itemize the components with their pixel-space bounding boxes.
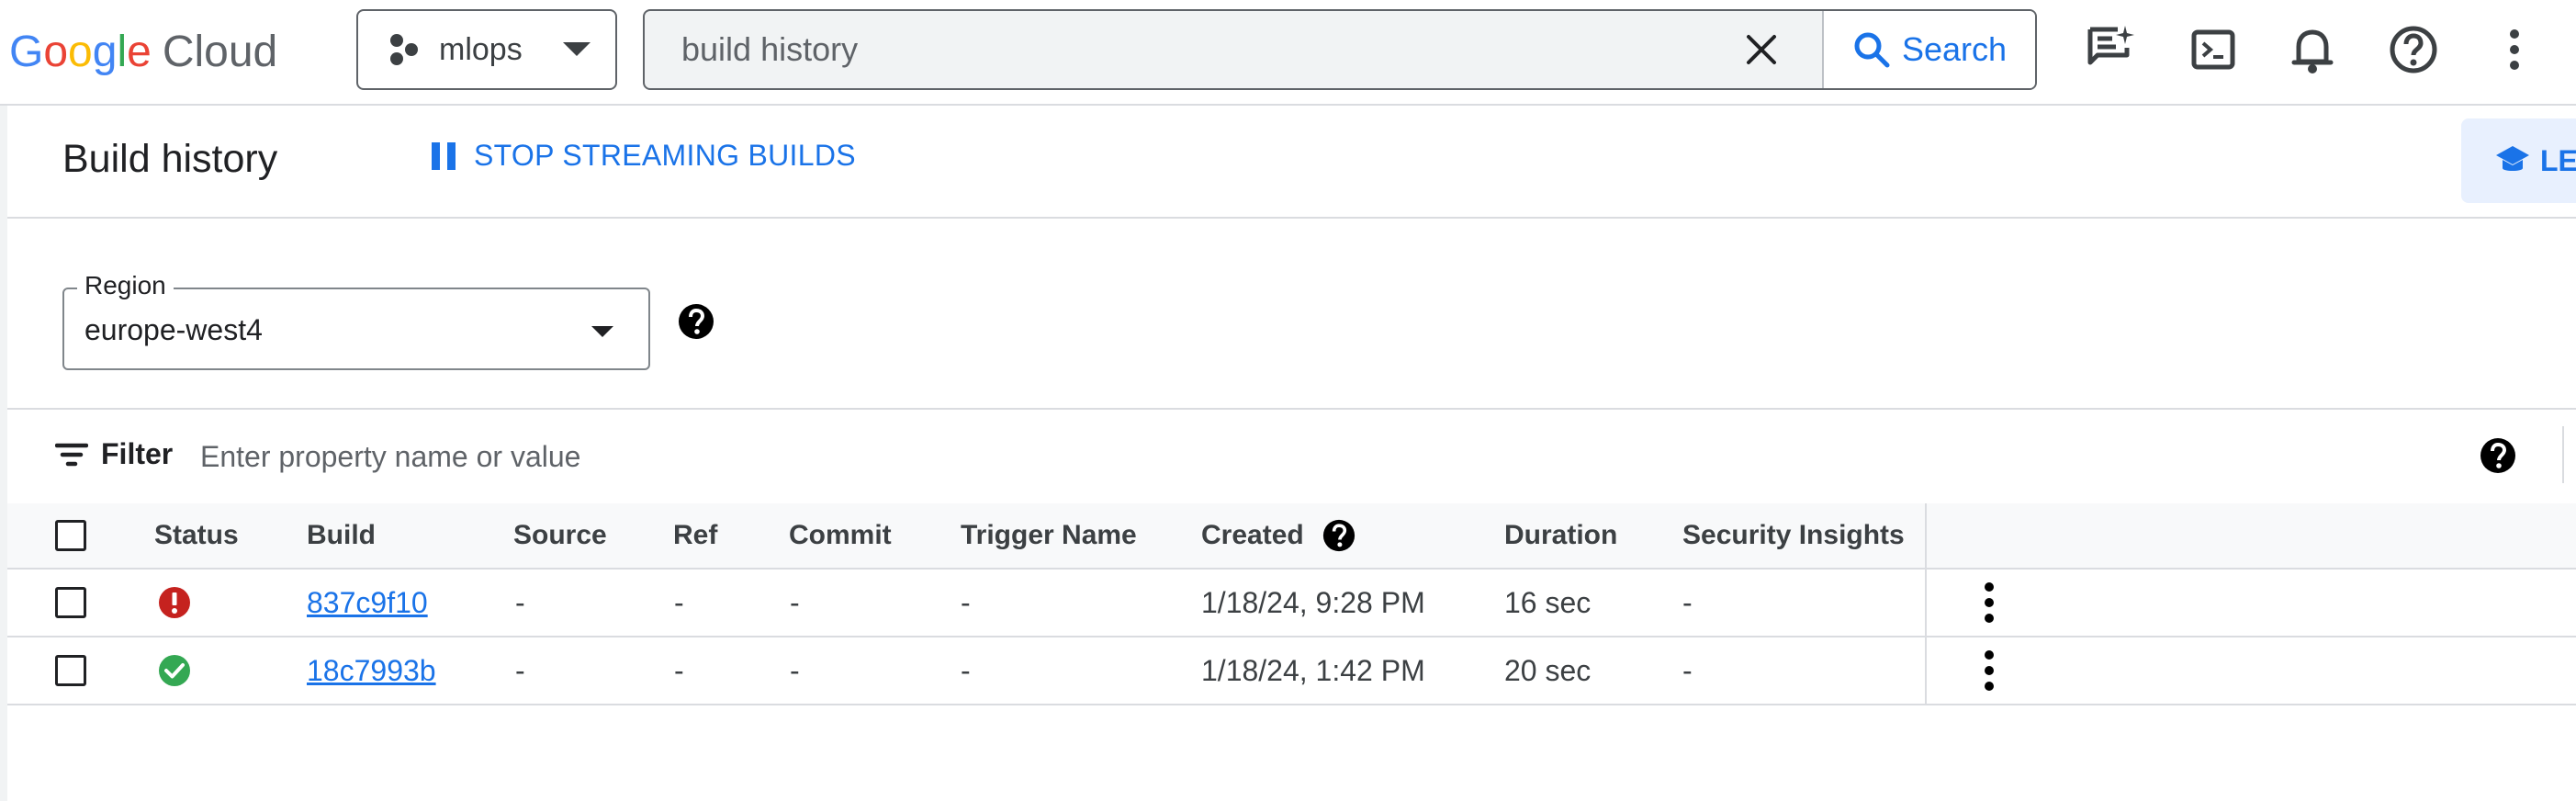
security-insights-cell: -	[1682, 585, 1693, 619]
ref-cell: -	[674, 653, 684, 687]
school-icon	[2496, 146, 2529, 171]
error-icon	[159, 587, 190, 618]
project-name: mlops	[439, 31, 523, 67]
row-checkbox[interactable]	[55, 587, 86, 618]
build-id-link[interactable]: 837c9f10	[307, 570, 428, 636]
column-header-source[interactable]: Source	[513, 503, 607, 568]
commit-cell: -	[790, 653, 800, 687]
trigger-name-cell: -	[961, 585, 971, 619]
left-nav-rail	[0, 106, 7, 801]
filter-input[interactable]	[198, 434, 1855, 479]
more-options-button[interactable]	[2485, 20, 2544, 79]
filter-label: Filter	[101, 437, 174, 470]
builds-table: Status Build Source Ref Commit Trigger N…	[7, 503, 2576, 705]
source-cell: -	[515, 585, 525, 619]
notifications-button[interactable]	[2283, 20, 2342, 79]
help-icon[interactable]	[2480, 437, 2516, 474]
column-header-status[interactable]: Status	[154, 503, 239, 568]
dropdown-arrow-icon	[562, 42, 591, 56]
more-vert-icon	[2510, 29, 2519, 70]
help-icon[interactable]	[1322, 519, 1355, 552]
table-row[interactable]: 837c9f10 - - - - 1/18/24, 9:28 PM 16 sec…	[7, 570, 2576, 637]
row-checkbox[interactable]	[55, 655, 86, 686]
search-button[interactable]: Search	[1824, 11, 2035, 88]
commit-cell: -	[790, 585, 800, 619]
status-cell	[158, 637, 191, 704]
ref-cell: -	[674, 585, 684, 619]
search-icon	[1854, 32, 1890, 68]
created-cell: 1/18/24, 1:42 PM	[1201, 653, 1425, 687]
duration-cell: 20 sec	[1504, 653, 1592, 687]
learn-button[interactable]: LEA	[2461, 118, 2576, 203]
stop-streaming-label: STOP STREAMING BUILDS	[474, 139, 856, 172]
chat-spark-icon	[2087, 26, 2134, 65]
build-id-link[interactable]: 18c7993b	[307, 637, 436, 704]
help-button[interactable]	[2384, 20, 2443, 79]
terminal-icon	[2191, 29, 2235, 70]
search-button-label: Search	[1901, 30, 2008, 68]
column-divider	[1925, 637, 1927, 704]
project-icon	[390, 34, 418, 65]
select-all-cell	[55, 503, 86, 568]
column-header-ref[interactable]: Ref	[673, 503, 717, 568]
clear-search-icon[interactable]	[1741, 29, 1782, 70]
source-cell: -	[515, 653, 525, 687]
more-vert-icon	[1985, 582, 1994, 623]
learn-label: LEA	[2540, 143, 2576, 177]
table-row[interactable]: 18c7993b - - - - 1/18/24, 1:42 PM 20 sec…	[7, 637, 2576, 705]
created-cell: 1/18/24, 9:28 PM	[1201, 585, 1425, 619]
column-header-commit[interactable]: Commit	[789, 503, 892, 568]
filter-list-icon	[55, 443, 88, 466]
google-cloud-logo[interactable]: Go o g l e Cloud	[9, 17, 277, 86]
success-icon	[159, 655, 190, 686]
filter-button[interactable]: Filter	[55, 437, 173, 471]
row-actions-cell	[1971, 637, 2008, 704]
dropdown-arrow-icon	[591, 326, 613, 337]
column-divider	[1925, 503, 1927, 568]
security-insights-cell: -	[1682, 653, 1693, 687]
column-header-created-cell: Created	[1201, 503, 1355, 568]
table-header-row: Status Build Source Ref Commit Trigger N…	[7, 503, 2576, 570]
pause-icon	[432, 141, 456, 170]
column-header-created[interactable]: Created	[1201, 520, 1304, 551]
column-header-security-insights[interactable]: Security Insights	[1682, 503, 1905, 568]
more-vert-icon	[1985, 650, 1994, 691]
column-header-duration[interactable]: Duration	[1504, 503, 1617, 568]
search-input[interactable]: build history	[681, 11, 858, 88]
row-actions-button[interactable]	[1971, 575, 2008, 630]
search-box[interactable]: build history Search	[643, 9, 2037, 90]
page-title: Build history	[62, 137, 278, 181]
help-icon	[2390, 26, 2437, 73]
top-bar: Go o g l e Cloud mlops build history Search	[0, 0, 2576, 106]
column-header-trigger-name[interactable]: Trigger Name	[961, 503, 1137, 568]
filter-bar: Filter	[7, 408, 2576, 505]
column-header-build[interactable]: Build	[307, 503, 376, 568]
project-picker[interactable]: mlops	[356, 9, 617, 90]
row-actions-button[interactable]	[1971, 643, 2008, 698]
status-cell	[158, 570, 191, 636]
stop-streaming-builds-button[interactable]: STOP STREAMING BUILDS	[430, 139, 856, 173]
bell-icon	[2291, 29, 2334, 73]
filter-divider	[2562, 426, 2564, 483]
cloud-shell-button[interactable]	[2184, 20, 2243, 79]
select-all-checkbox[interactable]	[55, 520, 86, 551]
trigger-name-cell: -	[961, 653, 971, 687]
region-value: europe-west4	[84, 313, 263, 346]
row-select-cell	[55, 637, 86, 704]
help-icon[interactable]	[678, 303, 714, 340]
row-actions-cell	[1971, 570, 2008, 636]
row-select-cell	[55, 570, 86, 636]
column-divider	[1925, 570, 1927, 636]
duration-cell: 16 sec	[1504, 585, 1592, 619]
gemini-chat-button[interactable]	[2081, 20, 2140, 79]
region-label: Region	[77, 271, 174, 300]
page-header: Build history STOP STREAMING BUILDS LEA	[7, 106, 2576, 219]
